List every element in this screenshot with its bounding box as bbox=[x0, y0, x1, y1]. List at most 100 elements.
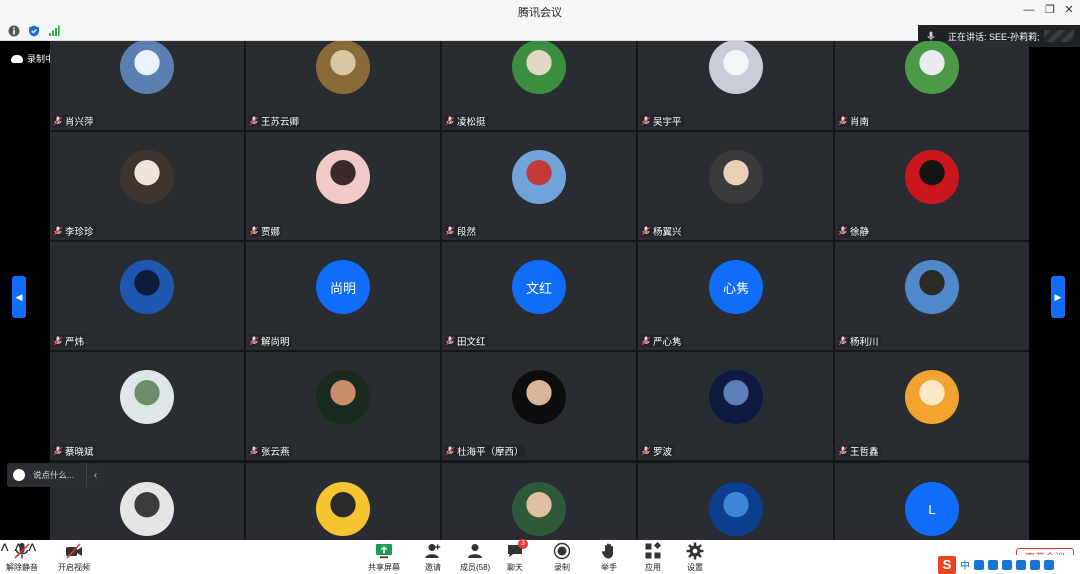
participant-name: 肖兴萍 bbox=[65, 117, 94, 128]
video-button[interactable]: 开启视频 bbox=[58, 542, 90, 573]
members-button[interactable]: 成员(58) bbox=[460, 542, 490, 573]
ime-emoji-icon[interactable] bbox=[988, 559, 998, 570]
hand-icon bbox=[601, 543, 613, 559]
ime-tools-icon[interactable] bbox=[1044, 559, 1054, 570]
participant-tile[interactable]: 贾娜 bbox=[246, 132, 440, 240]
ime-skin-icon[interactable] bbox=[1030, 559, 1040, 570]
info-icon[interactable] bbox=[8, 25, 20, 37]
mic-muted-icon bbox=[53, 446, 63, 456]
participant-tile[interactable]: 张云燕 bbox=[246, 352, 440, 460]
mic-muted-icon bbox=[641, 446, 651, 456]
avatar-initials: 尚明 bbox=[316, 260, 370, 314]
mic-muted-icon bbox=[249, 116, 259, 126]
participant-tile[interactable]: 心隽 严心隽 bbox=[638, 242, 833, 350]
sogou-icon[interactable]: S bbox=[938, 555, 956, 574]
participant-tile[interactable]: 肖南 bbox=[835, 41, 1029, 130]
share-screen-label: 共享屏幕 bbox=[368, 563, 400, 572]
raise-hand-label: 举手 bbox=[601, 563, 617, 572]
participant-tile[interactable]: 文红田文红 bbox=[442, 242, 636, 350]
camera-off-icon bbox=[66, 543, 82, 559]
record-button[interactable]: 录制 bbox=[553, 542, 571, 573]
avatar bbox=[512, 370, 566, 424]
avatar bbox=[120, 41, 174, 94]
mic-muted-icon bbox=[14, 543, 30, 559]
avatar bbox=[316, 370, 370, 424]
participant-name-tag: 蔡晓斌 bbox=[53, 445, 96, 458]
chat-label: 聊天 bbox=[507, 563, 523, 572]
participant-name-tag: 罗波 bbox=[641, 445, 675, 458]
recording-indicator[interactable]: 录制中 bbox=[11, 52, 54, 65]
ime-punct-icon[interactable] bbox=[974, 559, 984, 570]
close-icon[interactable]: ✕ bbox=[1062, 3, 1076, 17]
restore-icon[interactable]: ❐ bbox=[1043, 3, 1057, 17]
chat-collapse-icon[interactable]: ‹ bbox=[86, 463, 104, 487]
participant-name: 杨利川 bbox=[850, 337, 879, 348]
apps-label: 应用 bbox=[645, 563, 661, 572]
signal-icon[interactable] bbox=[48, 25, 60, 37]
participant-tile[interactable] bbox=[246, 463, 440, 540]
participant-tile[interactable]: 徐静 bbox=[835, 132, 1029, 240]
invite-button[interactable]: 邀请 bbox=[424, 542, 442, 573]
participant-tile[interactable]: 吴宇平 bbox=[638, 41, 833, 130]
participant-tile[interactable]: 段然 bbox=[442, 132, 636, 240]
chat-button[interactable]: 3 聊天 bbox=[506, 539, 528, 573]
participant-tile[interactable]: 杜海平（摩西） bbox=[442, 352, 636, 460]
participant-name: 吴宇平 bbox=[653, 117, 682, 128]
participant-name-tag: 凌松挺 bbox=[445, 115, 488, 128]
speaking-more-icon[interactable] bbox=[1044, 30, 1074, 42]
avatar bbox=[120, 482, 174, 536]
participant-tile[interactable]: 蔡晓斌 bbox=[50, 352, 244, 460]
shield-icon[interactable] bbox=[28, 25, 40, 37]
raise-hand-button[interactable]: 举手 bbox=[600, 542, 618, 573]
participant-name-tag: 田文红 bbox=[445, 335, 488, 348]
avatar bbox=[316, 41, 370, 94]
avatar bbox=[709, 41, 763, 94]
ime-voice-icon[interactable] bbox=[1002, 559, 1012, 570]
emoji-icon[interactable] bbox=[13, 469, 25, 481]
minimize-icon[interactable]: — bbox=[1022, 3, 1036, 17]
participant-tile[interactable]: 肖兴萍 bbox=[50, 41, 244, 130]
participant-name-tag: 张云燕 bbox=[249, 445, 292, 458]
apps-button[interactable]: 应用 bbox=[644, 542, 662, 573]
participant-tile[interactable]: 凌松挺 bbox=[442, 41, 636, 130]
meeting-toolbar: 解除静音 ˄ 开启视频 ˄ 共享屏幕 ˄ 邀请 成员(58) 3 聊天 录制 举… bbox=[0, 539, 1080, 574]
participant-tile[interactable]: 尚明 解尚明 bbox=[246, 242, 440, 350]
avatar-initials: 文红 bbox=[512, 260, 566, 314]
settings-label: 设置 bbox=[687, 563, 703, 572]
participant-name-tag: 肖南 bbox=[838, 115, 872, 128]
participant-name: 严心隽 bbox=[653, 337, 682, 348]
prev-page-button[interactable]: ◀ bbox=[12, 276, 26, 318]
participant-name-tag: 吴宇平 bbox=[641, 115, 684, 128]
ime-keyboard-icon[interactable] bbox=[1016, 559, 1026, 570]
participant-tile[interactable]: 李珍珍 bbox=[50, 132, 244, 240]
mic-muted-icon bbox=[445, 116, 455, 126]
gear-icon bbox=[686, 542, 704, 560]
participant-tile[interactable]: 王哲鑫 bbox=[835, 352, 1029, 460]
participant-tile[interactable]: L bbox=[835, 463, 1029, 540]
participant-name: 田文红 bbox=[457, 337, 486, 348]
avatar bbox=[905, 370, 959, 424]
next-page-button[interactable]: ▶ bbox=[1051, 276, 1065, 318]
participant-tile[interactable]: 王苏云卿 bbox=[246, 41, 440, 130]
participant-name: 徐静 bbox=[850, 227, 870, 238]
participant-name-tag: 肖兴萍 bbox=[53, 115, 96, 128]
settings-button[interactable]: 设置 bbox=[686, 542, 704, 573]
chat-badge: 3 bbox=[518, 539, 528, 549]
participant-tile[interactable] bbox=[638, 463, 833, 540]
participant-tile[interactable]: 杨翼兴 bbox=[638, 132, 833, 240]
participant-tile[interactable]: 严炜 bbox=[50, 242, 244, 350]
unmute-button[interactable]: 解除静音 bbox=[6, 542, 38, 573]
participant-tile[interactable] bbox=[442, 463, 636, 540]
participant-name-tag: 严心隽 bbox=[641, 335, 684, 348]
participant-tile[interactable]: 罗波 bbox=[638, 352, 833, 460]
window-title: 腾讯会议 bbox=[518, 7, 562, 19]
avatar bbox=[512, 41, 566, 94]
record-label: 录制 bbox=[554, 563, 570, 572]
participant-tile[interactable]: 杨利川 bbox=[835, 242, 1029, 350]
ime-lang[interactable]: 中 bbox=[960, 557, 970, 572]
participant-name-tag: 李珍珍 bbox=[53, 225, 96, 238]
share-screen-button[interactable]: 共享屏幕 bbox=[368, 542, 400, 573]
mic-muted-icon bbox=[53, 116, 63, 126]
avatar bbox=[316, 150, 370, 204]
chat-input[interactable]: 说点什么... ‹ bbox=[7, 463, 104, 487]
